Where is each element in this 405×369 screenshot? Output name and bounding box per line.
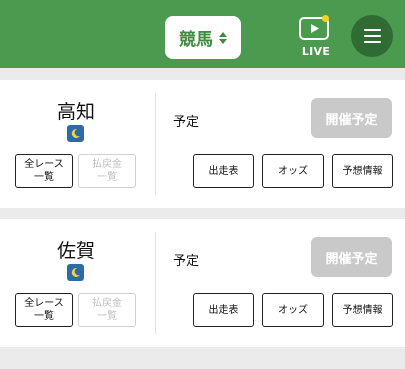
sport-selector[interactable]: 競馬 [165,16,241,59]
status-text: 予定 [173,115,200,130]
venue-name: 高知 [56,101,95,123]
prediction-button[interactable]: 予想情報 [332,154,393,188]
sort-arrows-icon [219,31,227,44]
payout-button[interactable]: 払戻金 一覧 [78,154,136,188]
status-text: 予定 [173,254,200,269]
divider [155,93,156,195]
race-card: 高知 全レース 一覧 払戻金 一覧 予定 開催予定 出走表 オッズ 予想情報 [0,80,405,208]
venue-name: 佐賀 [56,240,95,262]
live-label: LIVE [301,45,331,58]
hamburger-menu-icon [363,29,381,31]
hamburger-menu-button[interactable] [351,15,393,57]
odds-button[interactable]: オッズ [262,154,324,188]
race-card: 佐賀 全レース 一覧 払戻金 一覧 予定 開催予定 出走表 オッズ 予想情報 [0,219,405,347]
prediction-button[interactable]: 予想情報 [332,293,393,327]
all-races-button[interactable]: 全レース 一覧 [15,154,73,188]
app-header: 競馬 LIVE [0,0,405,68]
live-indicator-dot [322,15,329,22]
race-card-entry-button[interactable]: 出走表 [193,154,254,188]
all-races-button[interactable]: 全レース 一覧 [15,293,73,327]
crescent-moon-icon [67,264,84,281]
payout-button[interactable]: 払戻金 一覧 [78,293,136,327]
open-schedule-button[interactable]: 開催予定 [311,237,392,277]
open-schedule-button[interactable]: 開催予定 [311,98,392,138]
race-card-entry-button[interactable]: 出走表 [193,293,254,327]
divider [155,232,156,334]
live-button[interactable]: LIVE [296,15,336,59]
odds-button[interactable]: オッズ [262,293,324,327]
crescent-moon-icon [67,125,84,142]
sport-selector-label: 競馬 [179,30,213,50]
